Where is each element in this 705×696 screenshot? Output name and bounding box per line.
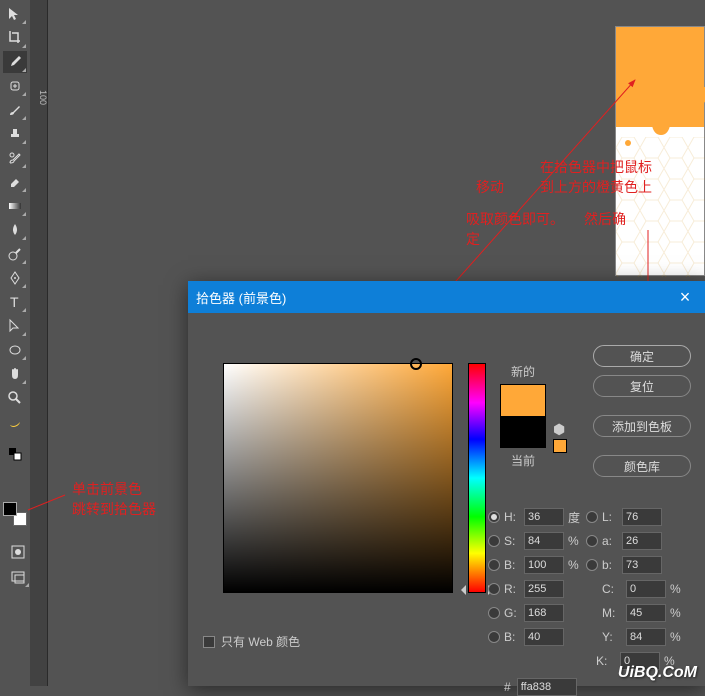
annotation-move: 移动 <box>476 178 504 198</box>
reset-button[interactable]: 复位 <box>593 375 691 397</box>
l-input[interactable] <box>622 508 662 526</box>
annotation-pick-hint-2: 到上方的橙黄色上 <box>540 178 652 198</box>
annotation-eyedrop: 吸取颜色即可。 <box>466 210 564 230</box>
add-swatch-button[interactable]: 添加到色板 <box>593 415 691 437</box>
radio-g[interactable] <box>488 607 500 619</box>
lb-input[interactable] <box>622 556 662 574</box>
history-brush-tool[interactable] <box>3 147 27 169</box>
color-swatch-box <box>500 384 546 448</box>
hue-strip[interactable] <box>468 363 486 593</box>
gamut-warning-icon[interactable]: ⬢ <box>553 421 565 438</box>
r-input[interactable] <box>524 580 564 598</box>
banana-tool[interactable] <box>3 411 27 433</box>
default-colors-icon[interactable] <box>3 443 27 465</box>
current-label: 当前 <box>500 452 546 469</box>
radio-lb[interactable] <box>586 559 598 571</box>
annotation-pick-hint-1: 在拾色器中把鼠标 <box>540 158 652 178</box>
brush-tool[interactable] <box>3 99 27 121</box>
foreground-background-swatch[interactable] <box>3 502 27 526</box>
radio-l[interactable] <box>586 511 598 523</box>
pen-tool[interactable] <box>3 267 27 289</box>
hex-prefix: # <box>504 680 511 694</box>
vertical-ruler: 100 <box>30 0 48 686</box>
radio-a[interactable] <box>586 535 598 547</box>
a-input[interactable] <box>622 532 662 550</box>
ok-button[interactable]: 确定 <box>593 345 691 367</box>
eyedropper-tool[interactable] <box>3 51 27 73</box>
screenmode-tool[interactable] <box>6 566 30 588</box>
gamut-swatch[interactable] <box>553 439 567 453</box>
dialog-titlebar[interactable]: 拾色器 (前景色) × <box>188 281 705 313</box>
hex-row: # <box>504 678 577 696</box>
radio-h[interactable] <box>488 511 500 523</box>
canvas-preview <box>615 26 705 276</box>
radio-b[interactable] <box>488 631 500 643</box>
b-input[interactable] <box>524 628 564 646</box>
shape-tool[interactable] <box>3 339 27 361</box>
dialog-title: 拾色器 (前景色) <box>196 288 286 307</box>
path-select-tool[interactable] <box>3 315 27 337</box>
web-only-label: 只有 Web 颜色 <box>221 633 300 650</box>
dialog-body: 新的 当前 ⬢ 确定 复位 添加到色板 颜色库 H:度 L: S:% a: B:… <box>188 313 705 686</box>
current-color-swatch[interactable] <box>501 416 545 447</box>
color-picker-ring[interactable] <box>410 358 422 370</box>
new-label: 新的 <box>500 363 546 380</box>
zoom-tool[interactable] <box>3 387 27 409</box>
ruler-tick: 100 <box>30 90 48 105</box>
y-input[interactable] <box>626 628 666 646</box>
s-input[interactable] <box>524 532 564 550</box>
crop-tool[interactable] <box>3 27 27 49</box>
watermark: UiBQ.CoM <box>618 664 697 682</box>
g-input[interactable] <box>524 604 564 622</box>
annotation-ding: 定 <box>466 230 480 250</box>
stamp-tool[interactable] <box>3 123 27 145</box>
bb-input[interactable] <box>524 556 564 574</box>
blur-tool[interactable] <box>3 219 27 241</box>
dodge-tool[interactable] <box>3 243 27 265</box>
healing-tool[interactable] <box>3 75 27 97</box>
type-tool[interactable]: T <box>3 291 27 313</box>
c-input[interactable] <box>626 580 666 598</box>
color-picker-dialog: 拾色器 (前景色) × 新的 当前 ⬢ 确定 复位 添加到色板 颜色库 H:度 <box>188 281 705 686</box>
move-tool[interactable] <box>3 3 27 25</box>
radio-s[interactable] <box>488 535 500 547</box>
color-field[interactable] <box>223 363 453 593</box>
annotation-fg-1: 单击前景色 <box>72 480 142 500</box>
web-only-checkbox[interactable] <box>203 636 215 648</box>
color-inputs: H:度 L: S:% a: B:% b: R: C:% G: M:% B: Y:… <box>488 508 698 676</box>
annotation-confirm: 然后确 <box>584 210 626 230</box>
close-icon[interactable]: × <box>673 285 697 309</box>
svg-text:T: T <box>10 294 19 310</box>
hand-tool[interactable] <box>3 363 27 385</box>
eraser-tool[interactable] <box>3 171 27 193</box>
foreground-color-swatch[interactable] <box>3 502 17 516</box>
m-input[interactable] <box>626 604 666 622</box>
h-input[interactable] <box>524 508 564 526</box>
annotation-fg-2: 跳转到拾色器 <box>72 500 156 520</box>
new-color-swatch <box>501 385 545 416</box>
gradient-tool[interactable] <box>3 195 27 217</box>
web-only-checkbox-row: 只有 Web 颜色 <box>203 633 300 650</box>
radio-r[interactable] <box>488 583 500 595</box>
color-lib-button[interactable]: 颜色库 <box>593 455 691 477</box>
quickmask-tool[interactable] <box>6 541 30 563</box>
hex-input[interactable] <box>517 678 577 696</box>
radio-bb[interactable] <box>488 559 500 571</box>
swatch-area: 新的 当前 <box>500 363 546 473</box>
